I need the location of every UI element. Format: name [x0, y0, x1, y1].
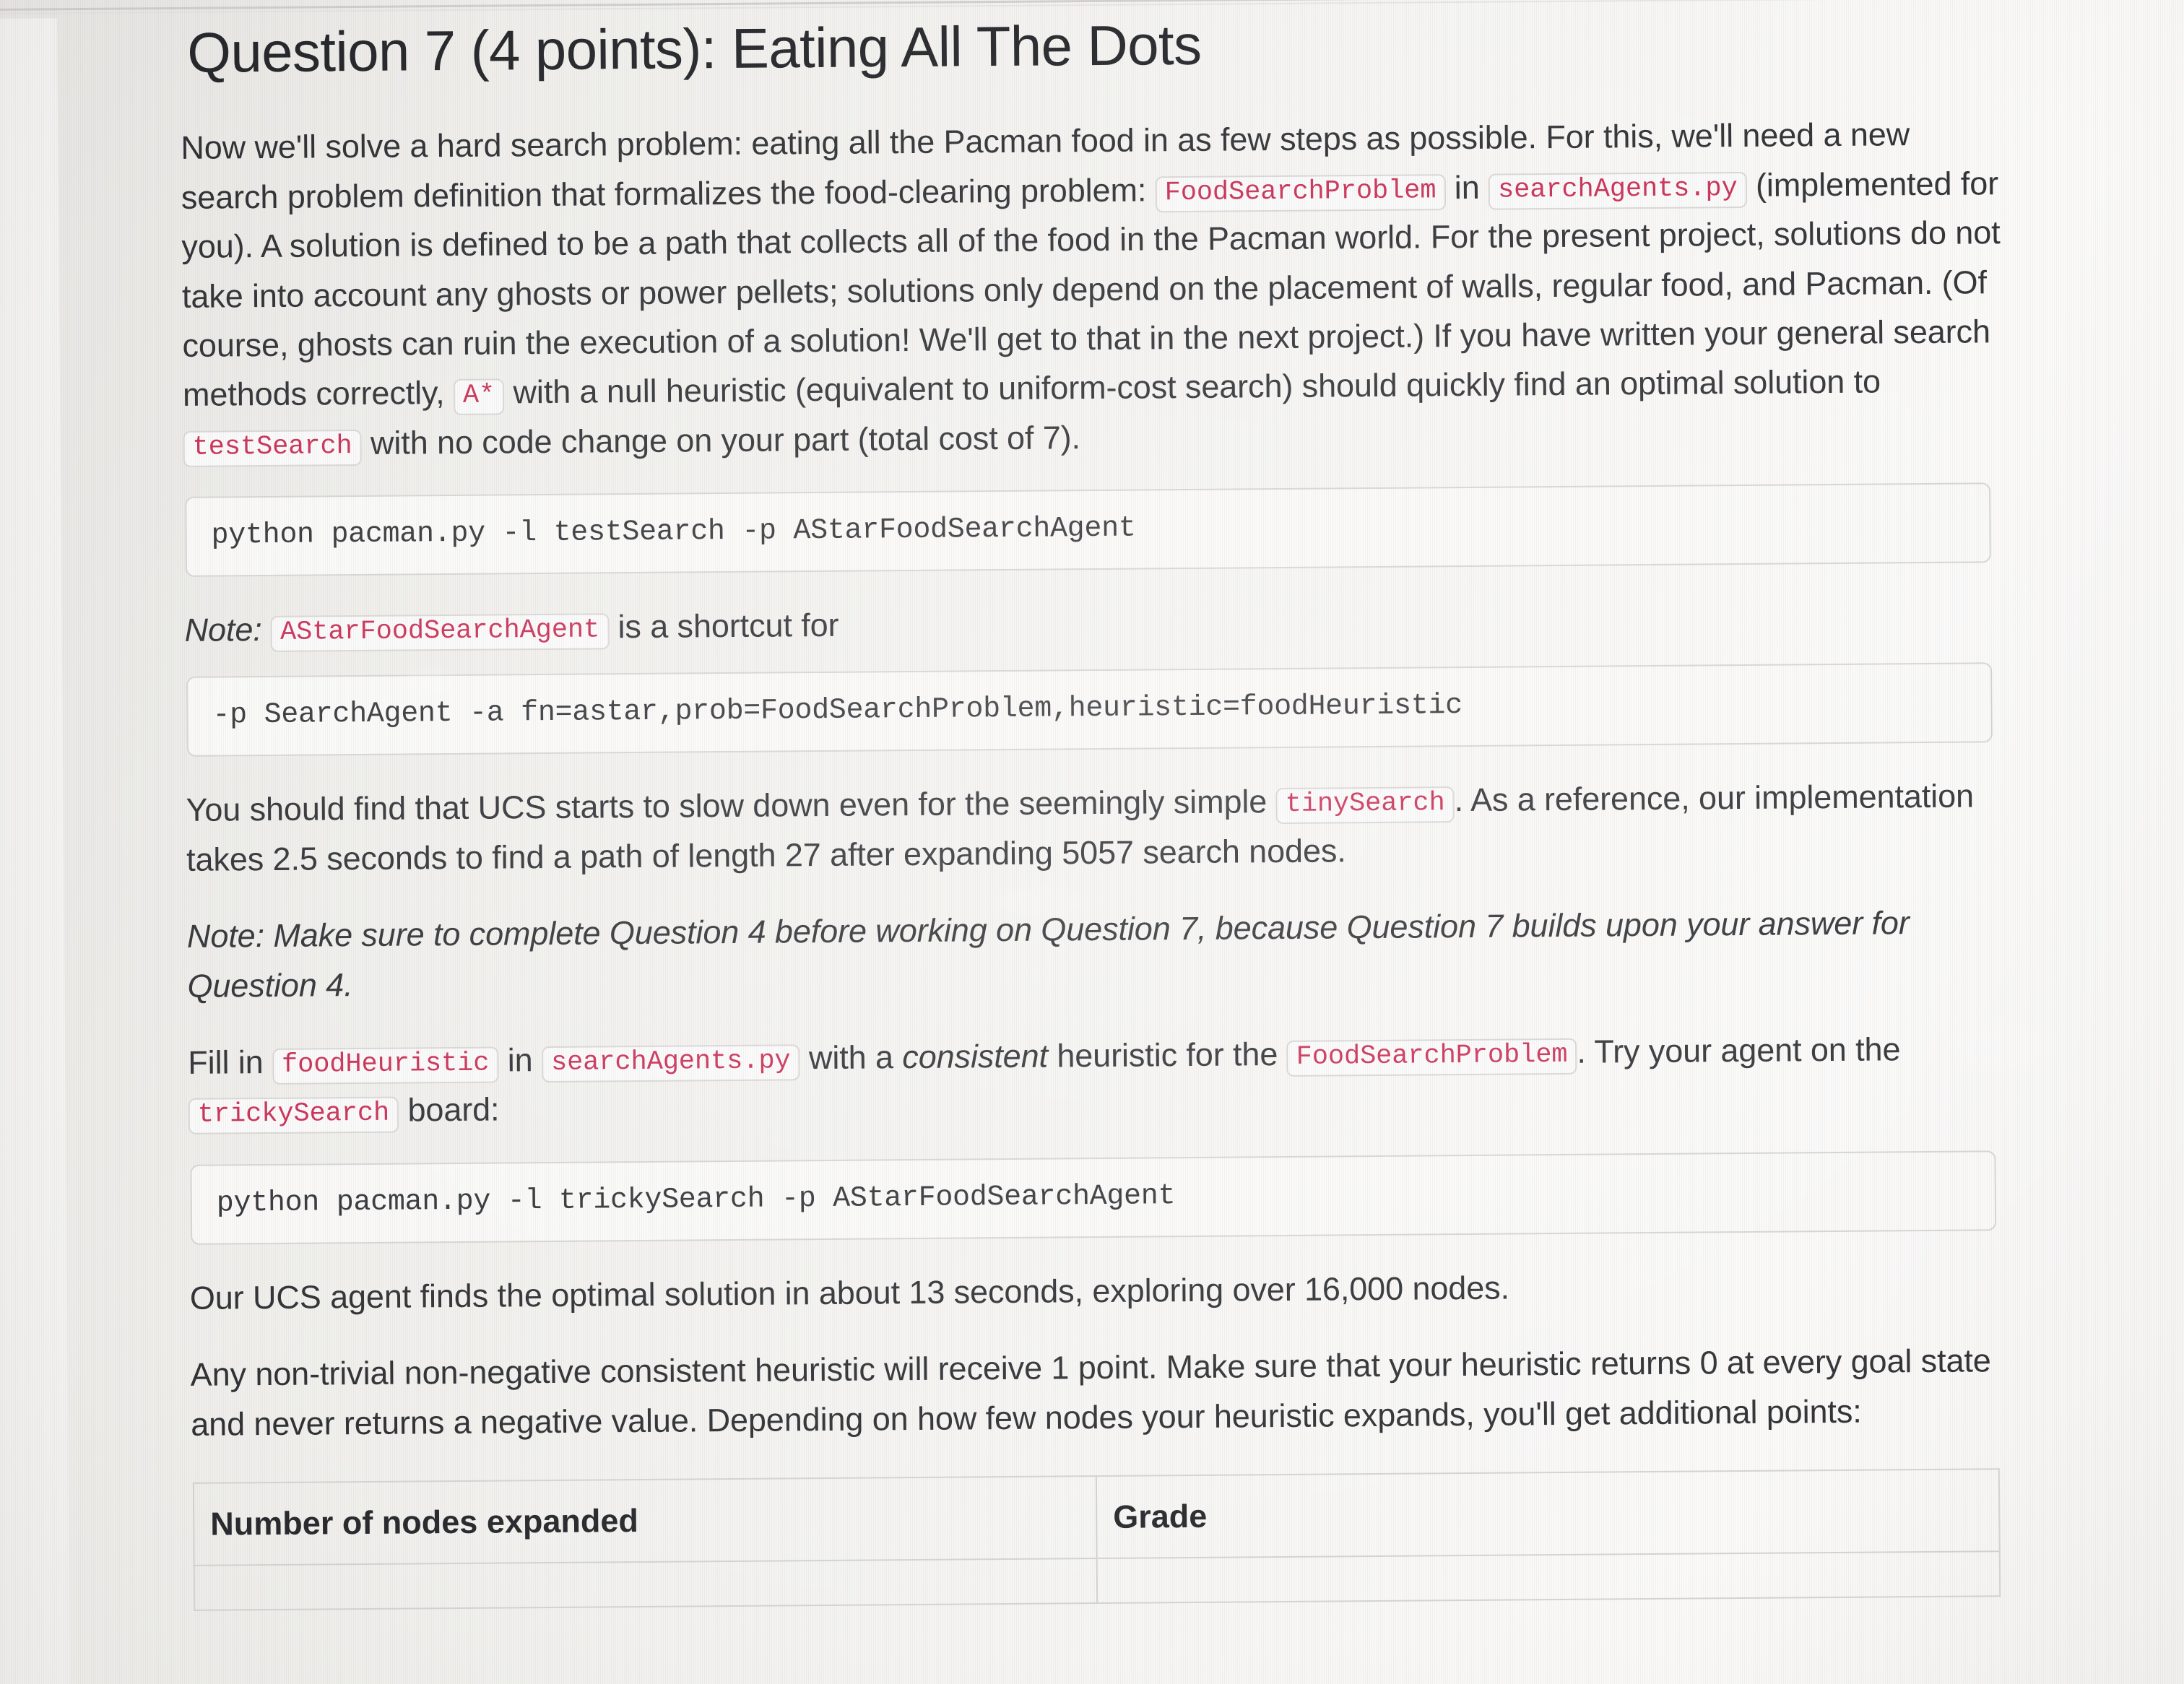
table-header-row: Number of nodes expanded Grade [193, 1469, 2000, 1566]
code-chip-searchagents-py-2: searchAgents.py [541, 1044, 800, 1083]
fill-text-f: board: [398, 1090, 500, 1129]
fill-text-a: Fill in [188, 1043, 273, 1081]
sidebar-item-0[interactable]: ents [0, 220, 58, 252]
note-shortcut-tail: is a shortcut for [608, 606, 839, 646]
fill-in-paragraph: Fill in foodHeuristic in searchAgents.py… [188, 1024, 2014, 1137]
fill-text-b: in [498, 1041, 542, 1079]
code-chip-searchagents-py: searchAgents.py [1488, 171, 1747, 210]
code-block-trickysearch[interactable]: python pacman.py -l trickySearch -p ASta… [190, 1150, 1997, 1245]
intro-text-b: in [1445, 168, 1489, 206]
screen-surface: ents s er atrix a ces Question 7 (4 poin… [0, 0, 2184, 1684]
grading-criteria-paragraph: Any non-trivial non-negative consistent … [190, 1342, 1991, 1443]
code-chip-foodsearchproblem: FoodSearchProblem [1155, 173, 1446, 213]
code-chip-astar: A* [453, 378, 505, 416]
sidebar-item-4[interactable]: a [0, 715, 63, 747]
sidebar-item-2[interactable]: er [0, 485, 61, 516]
cell-nodes-expanded [194, 1558, 1098, 1610]
fill-text-d: heuristic for the [1047, 1035, 1287, 1075]
grading-table: Number of nodes expanded Grade [193, 1468, 2001, 1611]
column-header-nodes-expanded: Number of nodes expanded [193, 1476, 1097, 1566]
note-question4-paragraph: Note: Make sure to complete Question 4 b… [186, 904, 1910, 1004]
code-chip-foodsearchproblem-2: FoodSearchProblem [1286, 1038, 1577, 1077]
emphasis-consistent: consistent [902, 1037, 1049, 1076]
sidebar[interactable]: ents s er atrix a ces [0, 18, 71, 1684]
ucs-tricky-result-paragraph: Our UCS agent finds the optimal solution… [189, 1269, 1510, 1316]
ucs-text-a: You should find that UCS starts to slow … [186, 783, 1276, 829]
cell-grade [1096, 1551, 2001, 1604]
code-chip-tinysearch: tinySearch [1275, 786, 1455, 825]
fill-text-c: with a [800, 1038, 903, 1077]
intro-text-e: with no code change on your part (total … [361, 418, 1081, 461]
code-chip-trickysearch: trickySearch [188, 1097, 399, 1135]
code-block-testsearch[interactable]: python pacman.py -l testSearch -p AStarF… [185, 482, 1991, 577]
sidebar-item-3[interactable]: atrix [0, 623, 62, 655]
note-label: Note: [184, 611, 262, 648]
sidebar-item-5[interactable]: ces [0, 807, 64, 839]
screen-photo: ents s er atrix a ces Question 7 (4 poin… [0, 0, 2184, 1684]
intro-text-d: with a null heuristic (equivalent to uni… [503, 363, 1881, 411]
page-title: Question 7 (4 points): Eating All The Do… [186, 12, 1202, 84]
code-chip-astarfoodsearchagent: AStarFoodSearchAgent [270, 613, 610, 653]
intro-paragraph: Now we'll solve a hard search problem: e… [181, 109, 2009, 469]
code-block-searchagent-args[interactable]: -p SearchAgent -a fn=astar,prob=FoodSear… [186, 662, 1993, 758]
document-content: Question 7 (4 points): Eating All The Do… [178, 0, 2018, 1611]
fill-text-e: . Try your agent on the [1577, 1030, 1901, 1070]
sidebar-item-1[interactable]: s [0, 313, 59, 344]
note-shortcut-paragraph: Note: AStarFoodSearchAgent is a shortcut… [184, 591, 2010, 655]
ucs-performance-paragraph: You should find that UCS starts to slow … [186, 772, 2012, 885]
column-header-grade: Grade [1096, 1469, 2000, 1559]
code-chip-foodheuristic: foodHeuristic [272, 1046, 499, 1085]
code-chip-testsearch: testSearch [183, 429, 362, 467]
